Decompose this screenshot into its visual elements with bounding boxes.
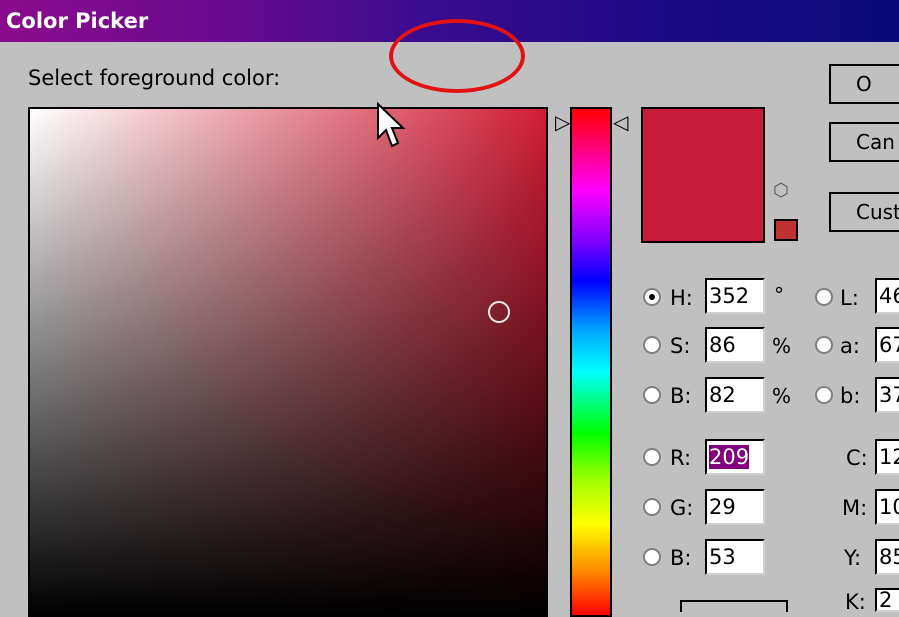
a-input[interactable]: 67 [875, 327, 899, 363]
red-input[interactable]: 209 [705, 439, 765, 475]
magenta-label: M: [842, 496, 868, 520]
radio-hue[interactable] [643, 288, 661, 306]
b-lab-input[interactable]: 37 [875, 377, 899, 413]
hue-slider-arrow-left-icon[interactable]: ▷ [555, 112, 570, 132]
hue-unit: ° [774, 283, 784, 307]
b-lab-label: b: [840, 384, 861, 408]
window-title: Color Picker [6, 9, 149, 33]
green-label: G: [670, 496, 694, 520]
radio-red[interactable] [643, 448, 661, 466]
color-field-marker[interactable] [488, 301, 510, 323]
radio-saturation[interactable] [643, 336, 661, 354]
lightness-input[interactable]: 46 [875, 278, 899, 314]
gamut-color-swatch[interactable] [774, 219, 798, 241]
ok-button[interactable]: O [829, 64, 899, 104]
cancel-button[interactable]: Can [829, 122, 899, 162]
cursor-arrow-icon [377, 102, 406, 148]
red-label: R: [670, 446, 692, 470]
yellow-label: Y: [844, 546, 862, 570]
radio-green[interactable] [643, 498, 661, 516]
magenta-input[interactable]: 10 [875, 489, 899, 525]
radio-lightness[interactable] [815, 288, 833, 306]
cyan-input[interactable]: 12 [875, 439, 899, 475]
hue-slider-arrow-right-icon[interactable]: ◁ [613, 112, 628, 132]
saturation-label: S: [670, 334, 691, 358]
black-input[interactable]: 2 [875, 588, 899, 612]
saturation-input[interactable]: 86 [705, 327, 765, 363]
custom-button[interactable]: Cust [829, 192, 899, 232]
hue-slider[interactable] [570, 107, 612, 617]
black-label: K: [845, 590, 866, 614]
a-label: a: [840, 334, 860, 358]
brightness-unit: % [772, 384, 792, 408]
gamut-warning-icon[interactable]: ⬡ [773, 181, 793, 201]
prompt-label: Select foreground color: [28, 66, 281, 90]
yellow-input[interactable]: 85 [875, 539, 899, 575]
radio-brightness[interactable] [643, 386, 661, 404]
blue-input[interactable]: 53 [705, 539, 765, 575]
lightness-label: L: [840, 286, 859, 310]
color-field[interactable] [28, 107, 548, 617]
radio-b-lab[interactable] [815, 386, 833, 404]
blue-label: B: [670, 546, 692, 570]
current-color-swatch [641, 107, 765, 243]
saturation-unit: % [772, 334, 792, 358]
cyan-label: C: [846, 446, 868, 470]
radio-blue[interactable] [643, 548, 661, 566]
hue-label: H: [670, 286, 693, 310]
red-input-value: 209 [709, 445, 750, 469]
green-input[interactable]: 29 [705, 489, 765, 525]
annotation-circle [389, 19, 525, 93]
bottom-button-edge[interactable] [680, 600, 788, 612]
brightness-label: B: [670, 384, 692, 408]
radio-a[interactable] [815, 336, 833, 354]
brightness-input[interactable]: 82 [705, 377, 765, 413]
hue-input[interactable]: 352 [705, 278, 765, 314]
